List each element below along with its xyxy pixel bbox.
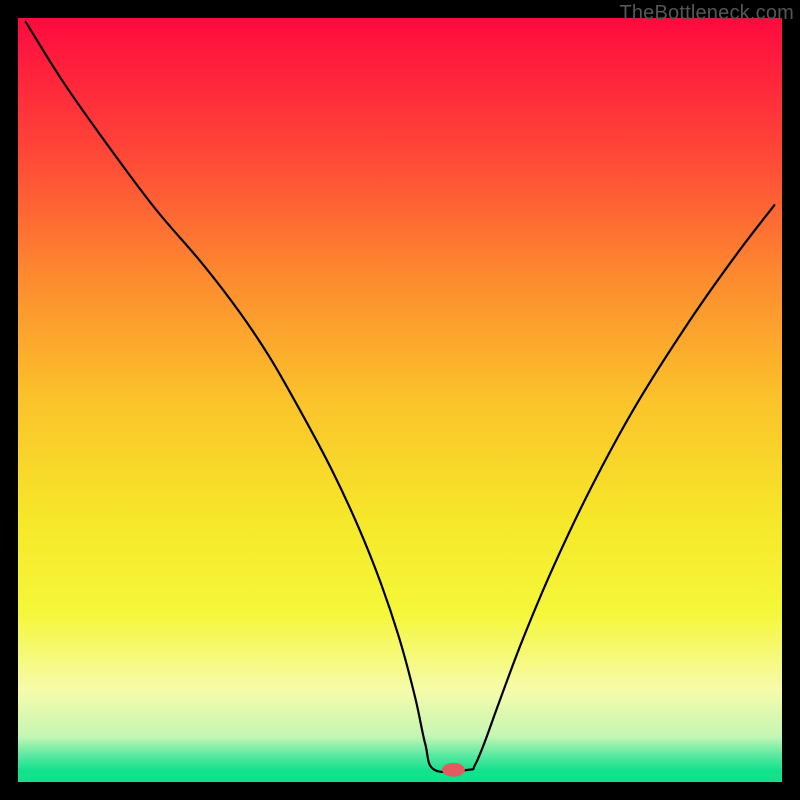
chart-plot [18, 18, 782, 782]
chart-svg [18, 18, 782, 782]
chart-background [18, 18, 782, 782]
watermark-text: TheBottleneck.com [619, 2, 794, 25]
optimal-marker [442, 763, 465, 777]
